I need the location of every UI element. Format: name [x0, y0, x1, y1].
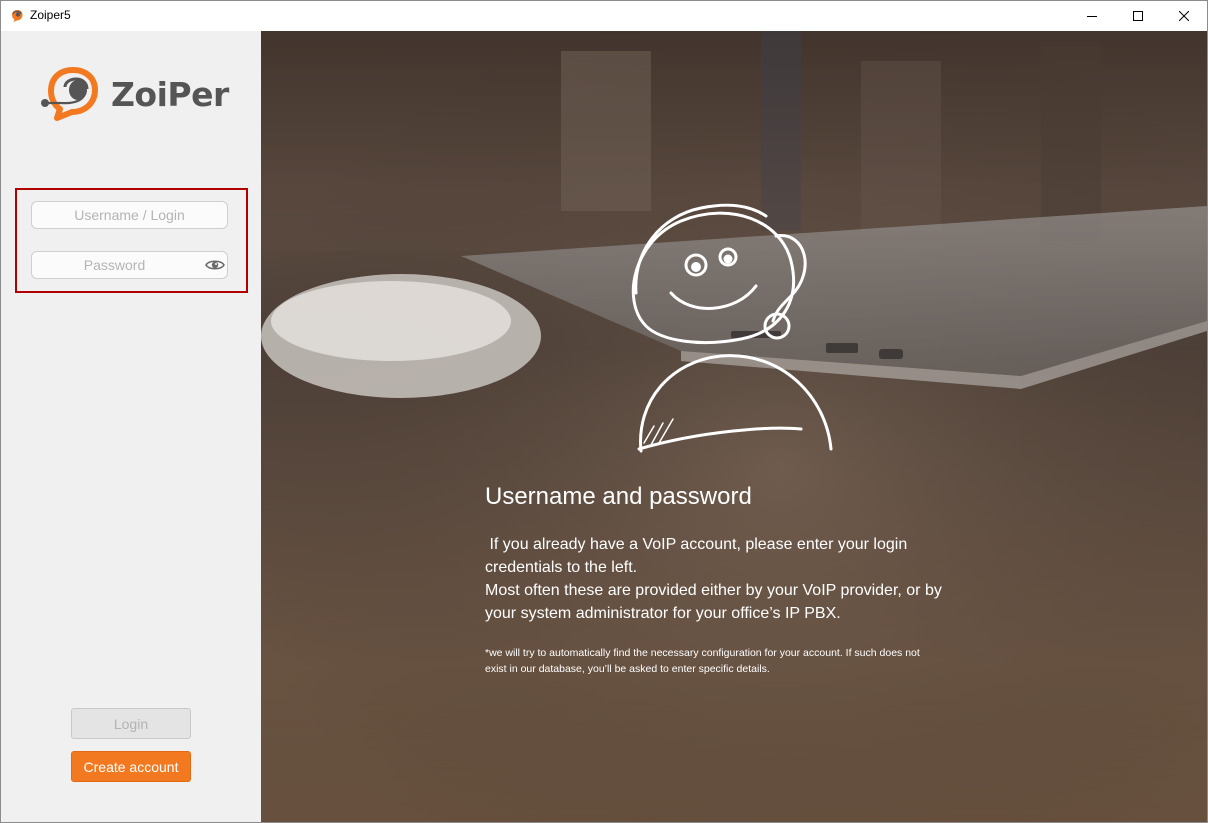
password-input[interactable] — [32, 252, 227, 278]
create-account-button[interactable]: Create account — [71, 751, 191, 782]
logo-wordmark: ZoiPer — [111, 75, 229, 114]
password-field-wrapper — [31, 251, 228, 279]
zoiper-app-icon — [12, 10, 23, 22]
close-icon — [1179, 11, 1189, 21]
minimize-button[interactable] — [1069, 1, 1115, 31]
window-title: Zoiper5 — [30, 8, 71, 22]
zoiper-logo: ZoiPer — [39, 65, 229, 121]
username-field-wrapper — [31, 201, 228, 229]
title-bar: Zoiper5 — [1, 1, 1207, 31]
login-sidebar: ZoiPer Login Create account — [1, 31, 261, 822]
app-window: Zoiper5 ZoiPer Username / Login Login Cr… — [0, 0, 1208, 823]
close-button[interactable] — [1161, 1, 1207, 31]
show-password-eye-icon[interactable] — [205, 257, 225, 273]
welcome-title: Username and password — [485, 483, 752, 510]
background-photo — [261, 31, 1207, 822]
maximize-icon — [1133, 11, 1143, 21]
zoiper-logo-icon — [41, 67, 98, 121]
maximize-button[interactable] — [1115, 1, 1161, 31]
welcome-footnote: *we will try to automatically find the n… — [485, 647, 920, 675]
username-input[interactable] — [32, 202, 227, 228]
welcome-panel: Username and password If you already hav… — [261, 31, 1207, 822]
login-button[interactable]: Login — [71, 708, 191, 739]
welcome-paragraph-1: If you already have a VoIP account, plea… — [485, 536, 912, 576]
welcome-paragraph-2: Most often these are provided either by … — [485, 582, 942, 622]
minimize-icon — [1087, 16, 1097, 17]
